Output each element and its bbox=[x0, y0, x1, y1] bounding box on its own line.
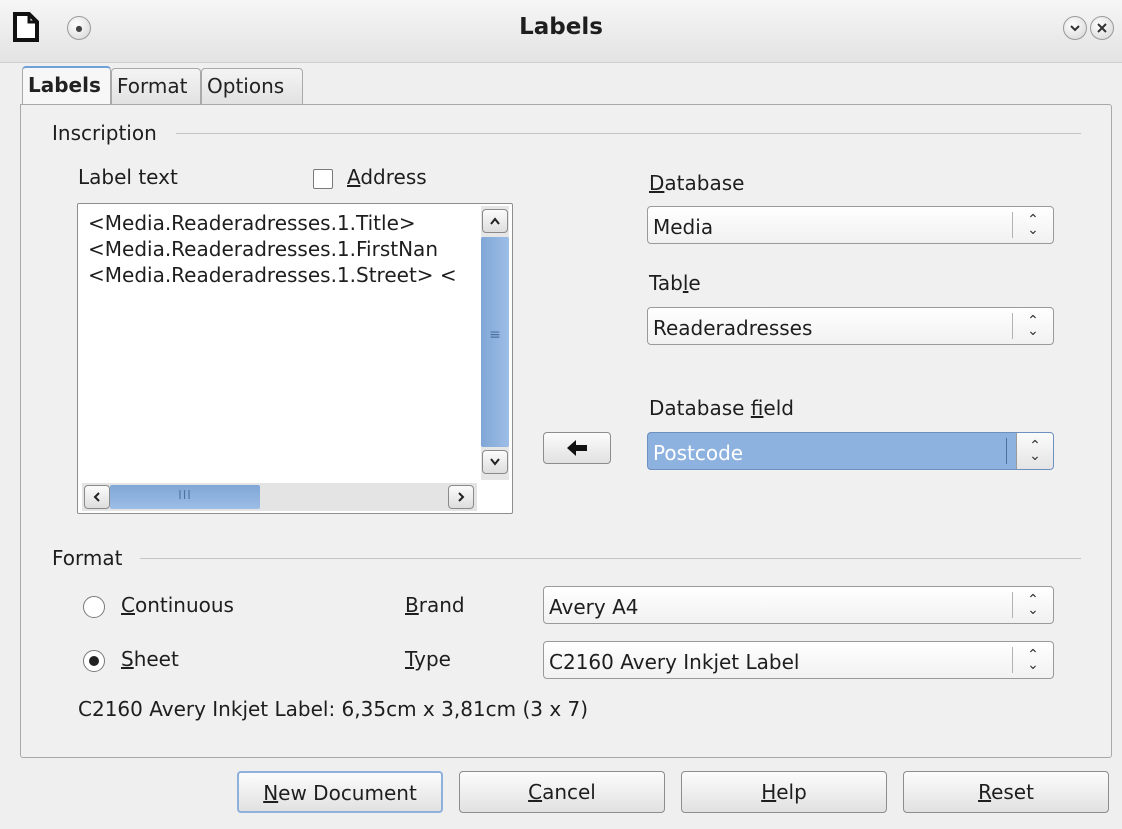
cancel-button[interactable]: Cancel bbox=[459, 771, 665, 813]
radio-dot bbox=[89, 656, 99, 666]
scroll-up-button[interactable] bbox=[482, 209, 508, 233]
reset-label-rest: eset bbox=[991, 780, 1034, 804]
scroll-left-button[interactable] bbox=[84, 485, 110, 509]
insert-field-button[interactable] bbox=[543, 432, 611, 464]
scroll-right-button[interactable] bbox=[448, 485, 474, 509]
database-field-label: Database field bbox=[649, 396, 794, 420]
database-select[interactable]: Media ⌃ ⌄ bbox=[647, 206, 1054, 244]
tab-format[interactable]: Format bbox=[111, 68, 201, 104]
table-label-post: e bbox=[688, 271, 701, 295]
format-divider bbox=[140, 558, 1081, 559]
new-document-button[interactable]: New Document bbox=[237, 771, 443, 813]
minimize-button[interactable] bbox=[1063, 16, 1087, 40]
sheet-radio[interactable] bbox=[83, 650, 105, 672]
chevron-down-icon bbox=[1070, 25, 1080, 32]
tab-labels-label: Labels bbox=[28, 73, 101, 97]
label-text-lines: <Media.Readeradresses.1.Title> <Media.Re… bbox=[88, 210, 473, 288]
tab-labels[interactable]: Labels bbox=[22, 66, 111, 104]
close-icon bbox=[1097, 23, 1107, 33]
table-select[interactable]: Readeradresses ⌃ ⌄ bbox=[647, 307, 1054, 345]
separator bbox=[1006, 438, 1007, 464]
type-label: Type bbox=[405, 647, 451, 671]
arrow-left-icon bbox=[567, 440, 587, 456]
address-checkbox-label: Address bbox=[347, 165, 427, 189]
type-select[interactable]: C2160 Avery Inkjet Label ⌃ ⌄ bbox=[543, 641, 1054, 679]
table-value: Readeradresses bbox=[653, 316, 813, 340]
continuous-label: Continuous bbox=[121, 593, 234, 617]
table-label-pre: Tab bbox=[649, 271, 683, 295]
vertical-thumb-grip: ≡ bbox=[489, 327, 501, 343]
database-field-select[interactable]: Postcode ⌃ ⌄ bbox=[647, 432, 1054, 470]
database-value: Media bbox=[653, 215, 714, 239]
separator bbox=[1012, 592, 1013, 618]
brand-label-rest: rand bbox=[418, 593, 465, 617]
chevron-down-icon bbox=[490, 458, 500, 466]
help-button[interactable]: Help bbox=[681, 771, 887, 813]
type-value: C2160 Avery Inkjet Label bbox=[549, 650, 800, 674]
up-down-icon: ⌃ ⌄ bbox=[1016, 433, 1053, 469]
address-checkbox[interactable] bbox=[313, 169, 333, 189]
sheet-label-rest: heet bbox=[133, 647, 179, 671]
chevron-up-icon bbox=[490, 217, 500, 225]
brand-select[interactable]: Avery A4 ⌃ ⌄ bbox=[543, 586, 1054, 624]
chevron-right-icon bbox=[458, 492, 465, 502]
cancel-label-rest: ancel bbox=[542, 780, 596, 804]
up-down-icon: ⌃ ⌄ bbox=[1027, 647, 1039, 673]
help-label-rest: elp bbox=[776, 780, 807, 804]
continuous-radio[interactable] bbox=[83, 596, 105, 618]
format-group-label: Format bbox=[52, 546, 123, 570]
database-field-label-pre: Database bbox=[649, 396, 751, 420]
separator bbox=[1012, 647, 1013, 673]
label-text-caption: Label text bbox=[78, 165, 178, 189]
label-text-line: <Media.Readeradresses.1.Title> bbox=[88, 211, 416, 235]
database-field-value: Postcode bbox=[653, 441, 744, 465]
type-label-rest: ype bbox=[414, 647, 451, 671]
label-text-line: <Media.Readeradresses.1.FirstNan bbox=[88, 237, 438, 261]
scroll-down-button[interactable] bbox=[482, 450, 508, 474]
database-field-label-post: ield bbox=[763, 396, 794, 420]
tab-options-label: Options bbox=[207, 74, 285, 98]
table-label: Table bbox=[649, 271, 701, 295]
continuous-label-rest: ontinuous bbox=[134, 593, 234, 617]
format-description: C2160 Avery Inkjet Label: 6,35cm x 3,81c… bbox=[78, 697, 589, 721]
horizontal-thumb-grip: III bbox=[178, 488, 192, 502]
separator bbox=[1012, 313, 1013, 339]
database-label-rest: atabase bbox=[664, 171, 745, 195]
sheet-label: Sheet bbox=[121, 647, 179, 671]
inscription-group-label: Inscription bbox=[52, 121, 157, 145]
inscription-divider bbox=[176, 133, 1081, 134]
close-button[interactable] bbox=[1090, 16, 1114, 40]
address-label-rest: ddress bbox=[360, 165, 427, 189]
label-text-line: <Media.Readeradresses.1.Street> < bbox=[88, 263, 457, 287]
brand-label: Brand bbox=[405, 593, 465, 617]
chevron-left-icon bbox=[93, 492, 100, 502]
reset-button[interactable]: Reset bbox=[903, 771, 1109, 813]
new-document-label-rest: ew Document bbox=[278, 781, 417, 805]
window-title: Labels bbox=[519, 14, 603, 40]
tab-format-label: Format bbox=[117, 74, 188, 98]
database-label: Database bbox=[649, 171, 745, 195]
up-down-icon: ⌃ ⌄ bbox=[1027, 212, 1039, 238]
up-down-icon: ⌃ ⌄ bbox=[1027, 592, 1039, 618]
label-text-area[interactable]: <Media.Readeradresses.1.Title> <Media.Re… bbox=[77, 203, 513, 514]
up-down-icon: ⌃ ⌄ bbox=[1027, 313, 1039, 339]
tab-options[interactable]: Options bbox=[201, 68, 303, 104]
separator bbox=[1012, 212, 1013, 238]
brand-value: Avery A4 bbox=[549, 595, 639, 619]
